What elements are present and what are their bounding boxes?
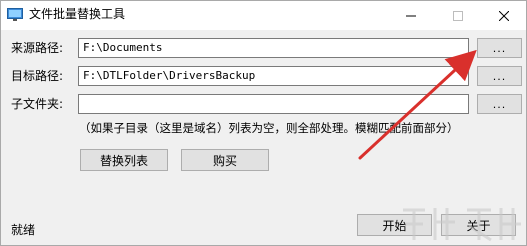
close-button[interactable] [484, 1, 524, 30]
target-browse-button[interactable]: ... [477, 66, 522, 86]
close-icon [499, 10, 509, 21]
subfolder-label: 子文件夹: [11, 97, 64, 111]
replace-list-button[interactable]: 替换列表 [80, 149, 168, 171]
minimize-icon [406, 11, 416, 21]
subfolder-browse-button[interactable]: ... [477, 94, 522, 114]
source-path-input[interactable]: F:\Documents [78, 38, 469, 58]
target-path-label: 目标路径: [11, 69, 64, 83]
status-text: 就绪 [11, 223, 36, 237]
buy-button[interactable]: 购买 [181, 149, 269, 171]
app-window: 文件批量替换工具 来源路径: F:\Documents ... 目标路径: F:… [0, 0, 527, 246]
source-path-label: 来源路径: [11, 41, 64, 55]
maximize-button[interactable] [438, 1, 478, 30]
window-title: 文件批量替换工具 [29, 7, 126, 21]
maximize-icon [453, 10, 463, 21]
start-button[interactable]: 开始 [357, 214, 432, 236]
minimize-button[interactable] [391, 1, 431, 30]
subfolder-input[interactable] [78, 94, 469, 114]
monitor-icon [7, 8, 23, 22]
about-button[interactable]: 关于 [441, 214, 516, 236]
subfolder-hint: （如果子目录（这里是域名）列表为空，则全部处理。模糊匹配前面部分） [79, 121, 459, 135]
source-browse-button[interactable]: ... [477, 38, 522, 58]
target-path-input[interactable]: F:\DTLFolder\DriversBackup [78, 66, 469, 86]
title-bar[interactable]: 文件批量替换工具 [1, 1, 526, 30]
